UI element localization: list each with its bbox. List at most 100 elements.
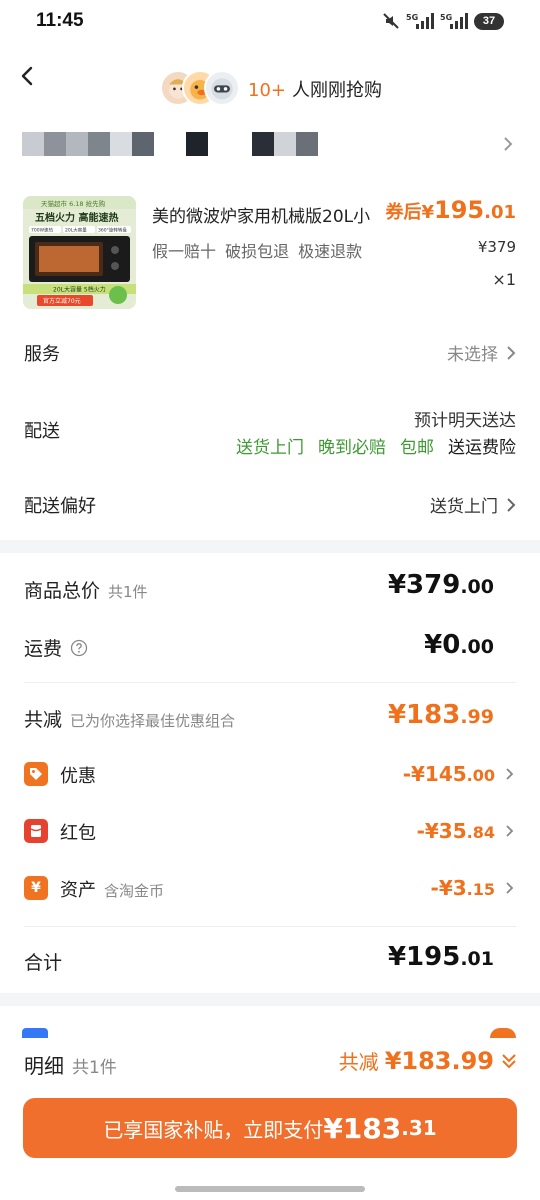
total-dec: .00	[460, 576, 494, 598]
thumb-badge-text: 天猫超市 6.18 抢先购	[41, 199, 106, 208]
reduce-int: ¥183	[387, 700, 461, 730]
product-thumbnail[interactable]: 天猫超市 6.18 抢先购 五档火力 高能速热 700W速热 20L大容量 36…	[23, 196, 136, 309]
quantity: ×1	[492, 270, 516, 289]
total-price-value: ¥379.00	[388, 570, 494, 600]
freight-dec: .00	[460, 636, 494, 658]
chevron-right-icon	[506, 768, 514, 780]
total-reduce-title: 共减	[24, 709, 63, 731]
divider	[24, 682, 516, 683]
total-reduce-label: 共减 已为你选择最佳优惠组合	[24, 705, 235, 732]
product-title[interactable]: 美的微波炉家用机械版20L小	[152, 202, 392, 227]
home-indicator[interactable]	[175, 1186, 365, 1192]
total-price-label: 商品总价 共1件	[24, 576, 148, 603]
sum-value: ¥195.01	[388, 942, 494, 972]
assets-note: 含淘金币	[104, 882, 165, 900]
delivery-tag: 晚到必赔	[318, 438, 386, 458]
mute-icon	[383, 13, 399, 29]
peek-blue-icon	[22, 1028, 48, 1038]
divider	[24, 926, 516, 927]
svg-text:5G: 5G	[406, 13, 418, 22]
coupon-tag-icon	[24, 762, 48, 786]
red-packet-int: -¥35	[416, 819, 467, 843]
thumb-bottom-badge: 官方立减70元	[43, 297, 81, 305]
freight-label: 运费	[24, 634, 88, 661]
sum-label: 合计	[24, 952, 63, 974]
delivery-pref-value: 送货上门	[430, 497, 498, 517]
discount-dec: .00	[466, 766, 495, 785]
status-icons: 5G 5G 37	[382, 12, 504, 30]
red-packet-amount[interactable]: -¥35.84	[417, 819, 514, 843]
service-label: 服务	[24, 344, 60, 365]
thumb-headline: 五档火力 高能速热	[35, 211, 118, 224]
microwave-image: 天猫超市 6.18 抢先购 五档火力 高能速热 700W速热 20L大容量 36…	[23, 196, 136, 309]
total-reduce-note: 已为你选择最佳优惠组合	[70, 712, 236, 730]
thumb-chip-3: 360°旋转转盘	[98, 227, 127, 234]
service-value: 未选择	[447, 345, 498, 365]
delivery-tag: 送货上门	[236, 438, 304, 458]
discount-amount[interactable]: -¥145.00	[403, 762, 514, 786]
chevron-right-icon	[507, 345, 516, 360]
sum-dec: .01	[460, 948, 494, 970]
red-packet-label: 红包	[60, 823, 96, 844]
red-packet-dec: .84	[466, 823, 495, 842]
detail-toggle[interactable]: 明细 共1件	[24, 1050, 117, 1079]
back-arrow-icon[interactable]	[14, 62, 42, 90]
assets-title: 资产	[60, 880, 96, 901]
coin-icon: ¥	[24, 876, 48, 900]
delivery-pref-selector[interactable]: 送货上门	[430, 492, 516, 517]
buyers-count: 10+	[248, 80, 286, 101]
freight-insurance: 送运费险	[448, 438, 516, 458]
original-price: ¥379	[477, 238, 516, 256]
detail-reduce[interactable]: 共减 ¥183.99	[339, 1046, 518, 1075]
thumb-chip-1: 700W速热	[31, 227, 54, 234]
svg-text:5G: 5G	[440, 13, 452, 22]
chevron-right-icon	[506, 882, 514, 894]
chevron-right-icon	[506, 825, 514, 837]
peek-orange-icon	[490, 1028, 516, 1038]
thumb-chip-2: 20L大容量	[65, 227, 87, 234]
product-guarantee-tags: 假一赔十 破损包退 极速退款	[152, 242, 363, 261]
chevron-right-icon[interactable]	[502, 136, 514, 152]
discount-label: 优惠	[60, 766, 96, 787]
detail-reduce-prefix: 共减	[338, 1050, 379, 1074]
thumb-bottom-line: 20L大容量 5档火力	[53, 286, 106, 294]
assets-amount[interactable]: -¥3.15	[431, 876, 514, 900]
battery-indicator: 37	[474, 12, 504, 30]
detail-count: 共1件	[72, 1058, 117, 1078]
assets-int: -¥3	[430, 876, 467, 900]
chevron-right-icon	[507, 497, 516, 512]
recent-buyers-text: 10+ 人刚刚抢购	[248, 76, 382, 102]
total-price-title: 商品总价	[24, 580, 101, 602]
help-circle-icon[interactable]	[70, 639, 88, 657]
buyer-avatars	[160, 70, 242, 108]
detail-reduce-value: ¥183.99	[384, 1046, 494, 1075]
avatar	[204, 70, 240, 106]
delivery-tag: 包邮	[400, 438, 434, 458]
coupon-int: 195	[434, 196, 485, 224]
signal-5g-icon: 5G	[406, 13, 434, 29]
delivery-tags: 送货上门 晚到必赔 包邮 送运费险	[236, 433, 516, 458]
discount-int: -¥145	[402, 762, 467, 786]
red-envelope-icon	[24, 819, 48, 843]
address-pixelated[interactable]	[22, 132, 318, 156]
total-int: ¥379	[387, 570, 461, 600]
status-time: 11:45	[36, 10, 84, 31]
assets-label: 资产 含淘金币	[60, 876, 164, 902]
assets-dec: .15	[466, 880, 495, 899]
double-chevron-down-icon	[502, 1053, 516, 1068]
pay-dec: .31	[401, 1116, 437, 1140]
freight-title: 运费	[24, 638, 63, 660]
pay-int: ¥183	[323, 1111, 402, 1145]
coupon-dec: .01	[484, 202, 516, 223]
total-reduce-value: ¥183.99	[388, 700, 494, 730]
delivery-eta: 预计明天送达	[414, 411, 516, 431]
reduce-dec: .99	[460, 706, 494, 728]
freight-value: ¥0.00	[424, 630, 494, 660]
service-selector[interactable]: 未选择	[447, 340, 516, 365]
pay-now-button[interactable]: 已享国家补贴，立即支付 ¥183 .31	[23, 1098, 517, 1158]
coin-glyph: ¥	[31, 880, 41, 896]
coupon-prefix: 券后¥	[385, 202, 434, 223]
delivery-pref-label: 配送偏好	[24, 496, 96, 517]
freight-int: ¥0	[424, 630, 461, 660]
sum-int: ¥195	[387, 942, 461, 972]
